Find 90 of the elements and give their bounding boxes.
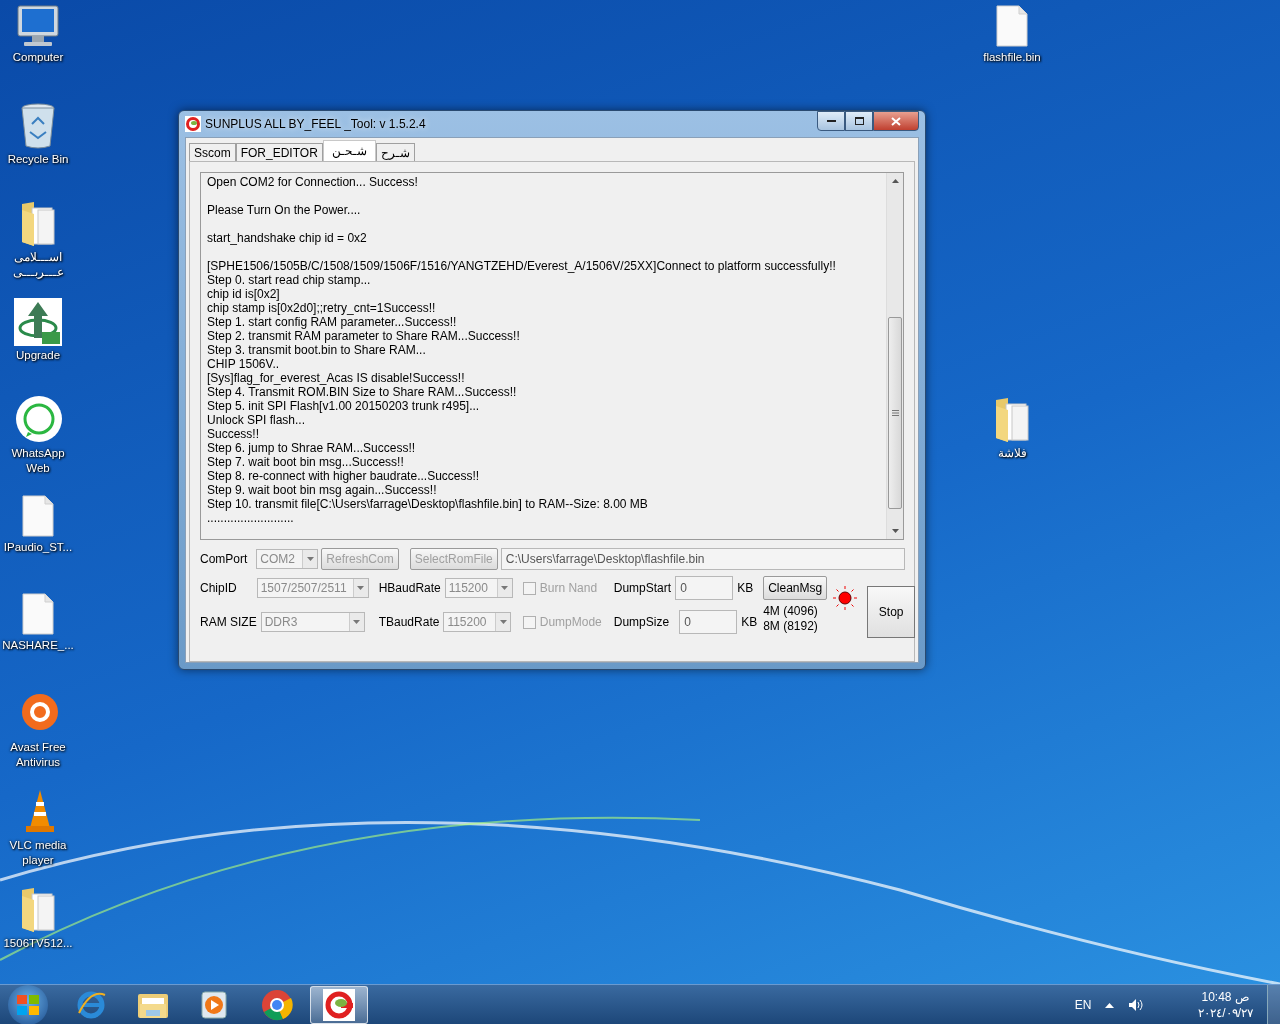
recycle-bin-icon	[18, 102, 58, 150]
app-logo-icon	[323, 989, 355, 1021]
log-line: Step 1. start config RAM parameter...Success!!	[207, 315, 458, 329]
log-line: [SPHE1506/1505B/C/1508/1509/1506F/1516/YANGTZEHD/Everest_A/1506V/25XX]Connect to platform successfully!!	[207, 259, 837, 273]
computer-icon	[14, 4, 62, 48]
start-button[interactable]	[8, 985, 48, 1024]
desktop-icon-label[interactable]: NASHARE_...	[2, 638, 74, 653]
desktop-icon-label[interactable]: Upgrade	[15, 348, 61, 363]
clock-date[interactable]: ٢٠٢٤/٠٩/٢٧	[1198, 1005, 1253, 1021]
log-line: Step 6. jump to Shrae RAM...Success!!	[207, 441, 417, 455]
file-icon	[21, 592, 55, 636]
language-indicator[interactable]: EN	[1074, 998, 1092, 1012]
desktop-icon-label[interactable]: VLC media player	[0, 838, 76, 868]
log-line: Step 2. transmit RAM parameter to Share RAM...Success!!	[207, 329, 521, 343]
tab[interactable]: Sscom	[189, 143, 236, 161]
maximize-icon	[854, 117, 864, 125]
scroll-down-icon	[891, 529, 899, 533]
clock-time[interactable]: 10:48 ص	[1201, 989, 1250, 1005]
close-icon	[891, 116, 901, 126]
browser-e-icon	[75, 989, 107, 1021]
stop-button[interactable]: Stop	[867, 586, 916, 638]
log-line: Please Turn On the Power....	[207, 203, 362, 217]
log-line: CHIP 1506V..	[207, 357, 281, 371]
ram-size-label: RAM SIZE	[200, 615, 257, 629]
show-desktop-button[interactable]	[1267, 985, 1280, 1024]
log-line: start_handshake chip id = 0x2	[207, 231, 368, 245]
tab[interactable]: شـرح	[375, 143, 415, 161]
dump-start-label: DumpStart	[613, 581, 672, 595]
dump-size-field[interactable]: 0	[679, 610, 738, 634]
tab[interactable]: FOR_EDITOR	[235, 143, 323, 161]
dropdown-arrow-icon	[353, 620, 361, 624]
log-line: [Sys]flag_for_everest_Acas IS disable!Success!!	[207, 371, 466, 385]
log-line: Success!!	[207, 427, 261, 441]
log-line: Step 9. wait boot bin msg again...Success!!	[207, 483, 438, 497]
dropdown-arrow-icon	[306, 557, 314, 561]
maximize-button[interactable]	[845, 111, 873, 131]
desktop-icon-label[interactable]: فلاشة	[997, 446, 1027, 461]
dump-start-field[interactable]: 0	[675, 576, 734, 600]
log-line: Step 8. re-connect with higher baudrate...Success!!	[207, 469, 481, 483]
caret-icon[interactable]	[1105, 1002, 1115, 1008]
log-line: Step 4. Transmit ROM.BIN Size to Share RAM...Success!!	[207, 385, 518, 399]
hbaudrate-label: HBaudRate	[378, 581, 441, 595]
desktop-icon-label[interactable]: 1506TV512...	[3, 936, 73, 951]
grip-icon	[891, 410, 899, 416]
scrollbar[interactable]	[886, 173, 903, 539]
log-line: Open COM2 for Connection... Success!	[207, 175, 419, 189]
windows-logo-icon	[17, 995, 39, 1015]
dropdown-arrow-icon	[357, 586, 365, 590]
file-icon	[21, 494, 55, 538]
size-hint: 8M (8192)	[763, 619, 819, 634]
unit-label: KB	[741, 615, 758, 629]
close-button[interactable]	[873, 111, 919, 131]
file-icon	[995, 4, 1029, 48]
log-line: ..........................	[207, 511, 295, 525]
rom-path-field[interactable]: C:\Users\farrage\Desktop\flashfile.bin	[500, 548, 905, 570]
dropdown-arrow-icon	[499, 620, 507, 624]
size-hint: 4M (4096)	[763, 604, 819, 619]
unit-label: KB	[737, 581, 754, 595]
play-icon	[200, 990, 230, 1020]
tbaudrate-label: TBaudRate	[378, 615, 440, 629]
desktop-icon-label[interactable]: Avast Free Antivirus	[0, 740, 76, 770]
log-line: Step 3. transmit boot.bin to Share RAM...	[207, 343, 427, 357]
desktop-icon-label[interactable]: اســـلامى عـــربـــى	[0, 250, 76, 280]
log-line: chip stamp is[0x2d0];;retry_cnt=1Success!!	[207, 301, 437, 315]
desktop-icon-label[interactable]: WhatsApp Web	[0, 446, 76, 476]
dump-size-label: DumpSize	[613, 615, 670, 629]
log-line: Step 7. wait boot bin msg...Success!!	[207, 455, 405, 469]
comport-label: ComPort	[200, 552, 248, 566]
dropdown-arrow-icon	[501, 586, 509, 590]
app-logo-icon	[185, 116, 201, 132]
desktop-icon-label[interactable]: flashfile.bin	[983, 50, 1041, 65]
speaker-icon[interactable]	[1128, 998, 1145, 1012]
taskbar-app-button[interactable]	[310, 986, 368, 1024]
desktop-icon-label[interactable]: IPaudio_ST...	[3, 540, 73, 555]
minimize-button[interactable]	[817, 111, 845, 131]
log-line: Unlock SPI flash...	[207, 413, 307, 427]
log-line: chip id is[0x2]	[207, 287, 281, 301]
chip-id-label: ChipID	[200, 581, 237, 595]
desktop-icon-label[interactable]: Computer	[12, 50, 64, 65]
log-line: Step 0. start read chip stamp...	[207, 273, 372, 287]
scroll-up-icon	[891, 179, 899, 183]
window-title: SUNPLUS ALL BY_FEEL _Tool: v 1.5.2.4	[205, 117, 426, 131]
log-line: Step 10. transmit file[C:\Users\farrage\Desktop\flashfile.bin] to RAM--Size: 8.00 MB	[207, 497, 649, 511]
desktop-icon-label[interactable]: Recycle Bin	[7, 152, 69, 167]
minimize-icon	[826, 119, 836, 123]
chrome-icon	[261, 989, 293, 1021]
chat-bubble-icon	[14, 396, 62, 444]
clean-msg-button[interactable]: CleanMsg	[763, 576, 828, 600]
tab[interactable]: شـحـن	[322, 140, 376, 161]
log-line: Step 5. init SPI Flash[v1.00 20150203 trunk r495]...	[207, 399, 481, 413]
